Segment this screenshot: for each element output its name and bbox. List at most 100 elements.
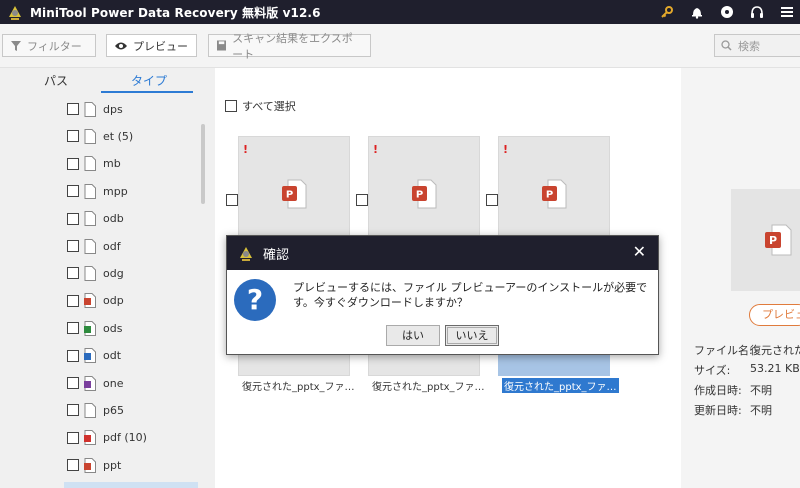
pptx-file-icon: P	[542, 179, 567, 209]
tree-item-checkbox[interactable]	[67, 267, 79, 280]
select-all-checkbox[interactable]	[225, 100, 237, 112]
file-checkbox[interactable]	[226, 194, 238, 206]
tree-item-label: mb	[103, 157, 121, 171]
dialog-title: 確認	[263, 247, 290, 263]
details-preview-button[interactable]: プレビュー	[749, 304, 800, 326]
tree-item-label: mpp	[103, 184, 128, 198]
headset-icon[interactable]	[750, 5, 764, 19]
file-checkbox[interactable]	[356, 194, 368, 206]
tree-item-checkbox[interactable]	[67, 322, 79, 335]
app-title: MiniTool Power Data Recovery 無料版 v12.6	[30, 5, 321, 20]
prop-value-size: 53.21 KB	[750, 362, 800, 375]
tree-item-label: et (5)	[103, 129, 134, 143]
file-thumbnail-lower[interactable]	[238, 354, 350, 376]
disc-icon[interactable]	[720, 5, 734, 19]
one-file-icon	[84, 375, 96, 391]
yes-button[interactable]: はい	[386, 325, 440, 346]
tree-item[interactable]: pdf (10)	[67, 430, 147, 446]
tree-item-checkbox[interactable]	[67, 377, 79, 389]
tree-item[interactable]: ppt	[67, 457, 121, 473]
tree-item-checkbox[interactable]	[67, 240, 79, 252]
tree-item-checkbox[interactable]	[67, 130, 79, 143]
tree-item[interactable]: odf	[67, 238, 121, 254]
file-checkbox[interactable]	[486, 194, 498, 206]
tree-item[interactable]: mb	[67, 156, 121, 172]
question-icon: ?	[234, 279, 276, 321]
eye-icon	[115, 42, 127, 49]
file-name-label[interactable]: 復元された_pptx_ファ…	[502, 378, 619, 393]
tree-item[interactable]: ods	[67, 320, 122, 336]
menu-icon[interactable]	[780, 5, 794, 19]
svg-text:P: P	[416, 190, 423, 201]
tree-item-label: odf	[103, 239, 121, 253]
tree-item[interactable]: mpp	[67, 183, 128, 199]
ppt-file-icon	[84, 457, 96, 473]
tree-item[interactable]: odb	[67, 211, 124, 227]
tree-item-label: odt	[103, 349, 122, 363]
filter-button[interactable]: フィルター	[2, 34, 96, 57]
prop-value-modified: 不明	[750, 404, 772, 417]
no-button[interactable]: いいえ	[445, 325, 499, 346]
file-icon	[84, 402, 96, 418]
tree-item-label: odg	[103, 266, 124, 280]
tree-item[interactable]: odg	[67, 265, 124, 281]
warning-mark: !	[243, 143, 249, 156]
file-thumbnail[interactable]: ! P	[238, 136, 350, 240]
tree-item[interactable]: p65	[67, 402, 124, 418]
export-scan-results-button[interactable]: スキャン結果をエクスポート	[208, 32, 371, 61]
file-thumbnail-lower[interactable]	[368, 354, 480, 376]
tree-item-checkbox[interactable]	[67, 431, 79, 444]
pptx-file-icon: P	[282, 179, 307, 209]
tree-item-checkbox[interactable]	[67, 294, 79, 307]
tree-item[interactable]: dps	[67, 101, 123, 117]
file-icon	[84, 265, 96, 281]
app-logo-icon	[9, 6, 21, 20]
tree-item-checkbox[interactable]	[67, 404, 79, 417]
tab-type[interactable]: タイプ	[131, 72, 167, 89]
svg-text:P: P	[546, 190, 553, 201]
preview-button[interactable]: プレビュー	[106, 34, 197, 57]
tree-item[interactable]: odp	[67, 293, 124, 309]
tree-item-checkbox[interactable]	[67, 157, 79, 170]
prop-label-filename: ファイル名:	[694, 344, 753, 357]
tree-item[interactable]: one	[67, 375, 123, 391]
tree-item-checkbox[interactable]	[67, 212, 79, 225]
pdf-file-icon	[84, 430, 96, 446]
prop-label-size: サイズ:	[694, 364, 731, 377]
file-thumbnail-lower[interactable]	[498, 354, 610, 376]
select-all[interactable]: すべて選択	[225, 98, 296, 114]
preview-label: プレビュー	[133, 39, 188, 53]
tab-path[interactable]: パス	[44, 72, 68, 89]
file-icon	[84, 128, 96, 144]
select-all-label: すべて選択	[242, 100, 296, 113]
key-icon[interactable]	[660, 5, 674, 19]
tree-selected-row[interactable]	[64, 482, 198, 488]
tree-item-checkbox[interactable]	[67, 103, 79, 115]
svg-text:P: P	[286, 190, 293, 201]
odt-file-icon	[84, 348, 96, 364]
tree-item[interactable]: odt	[67, 348, 121, 364]
dialog-header: 確認 ✕	[227, 236, 658, 270]
file-icon	[84, 211, 96, 227]
toolbar: フィルター プレビュー スキャン結果をエクスポート 検索	[0, 24, 800, 68]
tree-item[interactable]: et (5)	[67, 128, 133, 144]
tree-item-label: odb	[103, 212, 124, 226]
tree-item-label: odp	[103, 294, 124, 308]
close-icon[interactable]: ✕	[633, 244, 646, 260]
file-name-label[interactable]: 復元された_pptx_ファ…	[242, 378, 355, 393]
file-thumbnail[interactable]: ! P	[368, 136, 480, 240]
search-input[interactable]: 検索	[714, 34, 800, 57]
file-thumbnail[interactable]: ! P	[498, 136, 610, 240]
pptx-file-icon: P	[412, 179, 437, 209]
tree-scrollbar[interactable]	[201, 124, 205, 204]
tree-item-checkbox[interactable]	[67, 185, 79, 198]
tree-item-label: ods	[103, 321, 123, 335]
file-name-label[interactable]: 復元された_pptx_ファ…	[372, 378, 485, 393]
tree-item-label: p65	[103, 403, 124, 417]
tree-item-checkbox[interactable]	[67, 349, 79, 362]
bell-icon[interactable]	[690, 5, 704, 19]
title-bar: MiniTool Power Data Recovery 無料版 v12.6	[0, 0, 800, 24]
tree-item-checkbox[interactable]	[67, 459, 79, 472]
search-placeholder: 検索	[738, 39, 760, 53]
tree-item-label: one	[103, 376, 124, 390]
